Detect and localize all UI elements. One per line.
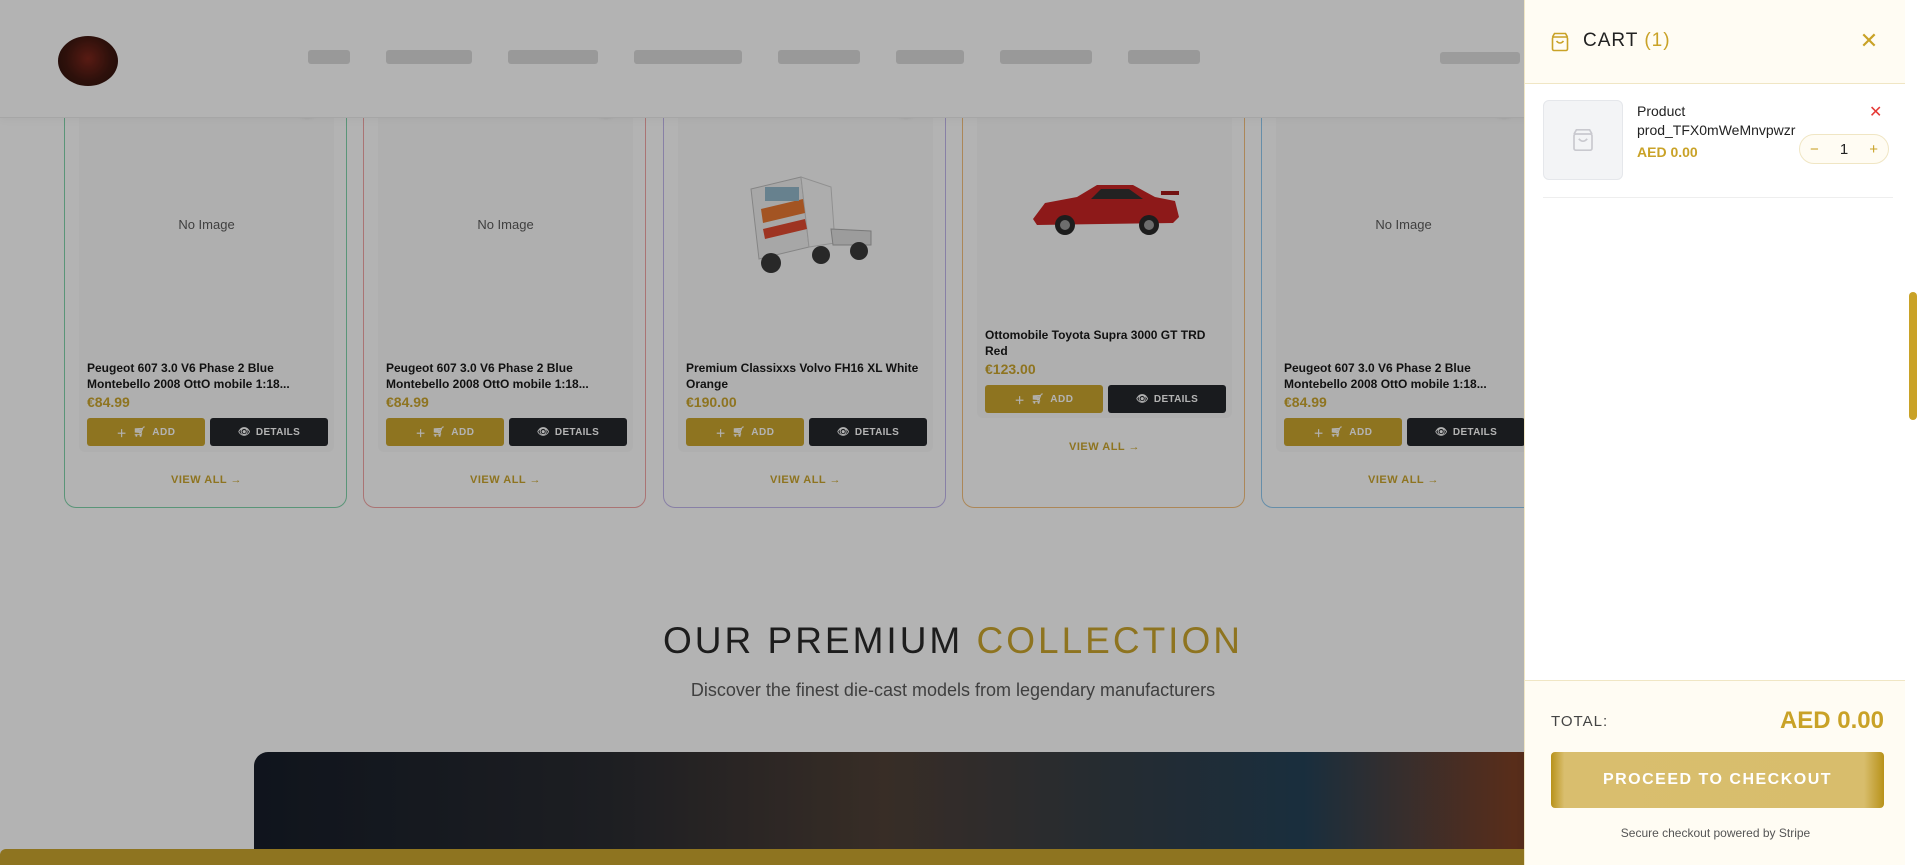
cart-item-price: AED 0.00	[1637, 144, 1698, 160]
secure-checkout-note: Secure checkout powered by Stripe	[1620, 826, 1811, 840]
cart-footer: TOTAL: AED 0.00 PROCEED TO CHECKOUT Secu…	[1525, 680, 1906, 865]
quantity-value[interactable]: 1	[1840, 141, 1848, 158]
shopping-bag-icon	[1551, 32, 1569, 52]
cart-header: CART (1) ✕	[1525, 0, 1906, 84]
cart-count: (1)	[1644, 30, 1671, 51]
checkout-button[interactable]: PROCEED TO CHECKOUT	[1551, 752, 1884, 808]
cart-item: Product prod_TFX0mWeMnvpwzr AED 0.00 ✕ −…	[1543, 98, 1893, 198]
total-label: TOTAL:	[1551, 713, 1609, 730]
page-scrollbar[interactable]	[1905, 0, 1920, 865]
plus-icon[interactable]: +	[1869, 141, 1878, 158]
cart-item-thumbnail	[1543, 100, 1623, 180]
x-icon[interactable]: ✕	[1869, 102, 1882, 122]
scrollbar-thumb[interactable]	[1909, 292, 1917, 420]
cart-drawer: CART (1) ✕ Product prod_TFX0mWeMnvpwzr A…	[1524, 0, 1920, 865]
quantity-stepper: − 1 +	[1799, 134, 1889, 164]
cart-item-name: Product prod_TFX0mWeMnvpwzr	[1637, 103, 1796, 138]
close-icon[interactable]: ✕	[1859, 30, 1879, 52]
total-value: AED 0.00	[1779, 707, 1884, 734]
cart-title: CART (1)	[1583, 30, 1671, 51]
minus-icon[interactable]: −	[1810, 141, 1819, 158]
shopping-bag-icon	[1573, 128, 1593, 152]
